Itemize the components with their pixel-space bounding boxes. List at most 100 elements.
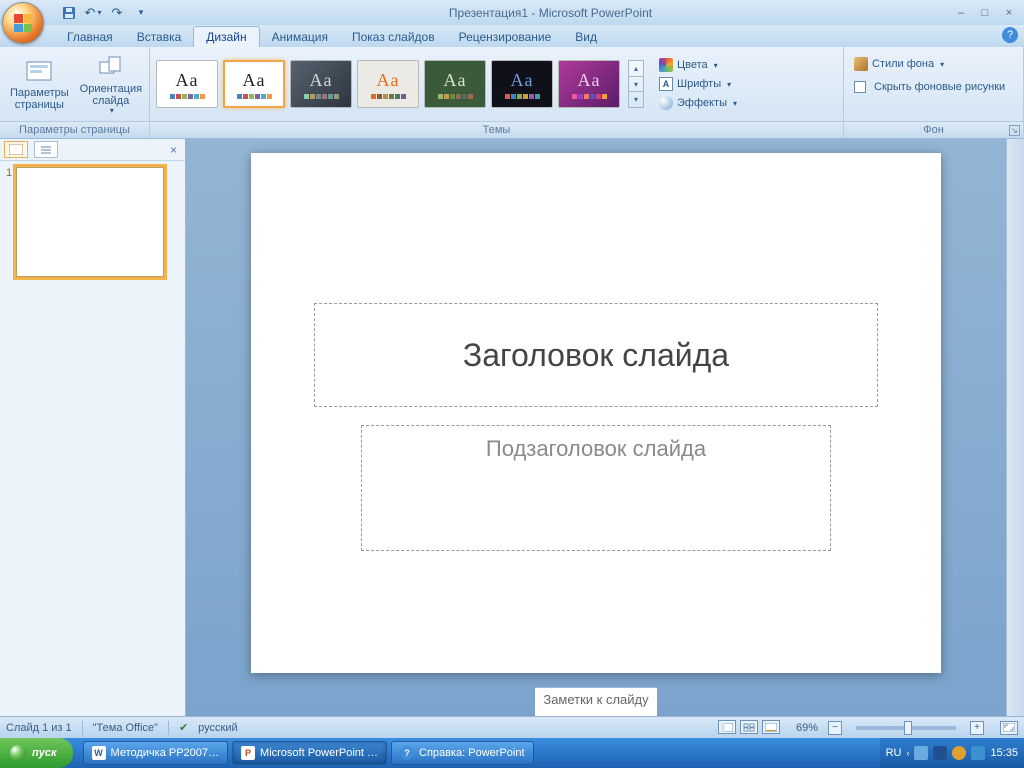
close-button[interactable]: ×: [998, 5, 1020, 21]
zoom-percent[interactable]: 69%: [796, 722, 818, 734]
group-themes-label: Темы: [483, 124, 511, 136]
view-buttons: [717, 720, 780, 735]
theme-thumb-5[interactable]: Aa: [424, 60, 486, 108]
slide-counter: Слайд 1 из 1: [6, 722, 72, 734]
normal-view-button[interactable]: [718, 720, 736, 734]
save-icon[interactable]: [59, 4, 79, 22]
theme-thumb-4[interactable]: Aa: [357, 60, 419, 108]
status-bar: Слайд 1 из 1 "Тема Office" ✔ русский 69%…: [0, 716, 1024, 738]
tab-insert[interactable]: Вставка: [125, 27, 194, 47]
background-styles-icon: [854, 57, 868, 71]
tray-chevron-icon[interactable]: ‹: [906, 748, 909, 758]
window-title: Презентация1 - Microsoft PowerPoint: [151, 6, 950, 20]
tray-icon-1[interactable]: [914, 746, 928, 760]
sorter-view-button[interactable]: [740, 720, 758, 734]
tray-icon-3[interactable]: [952, 746, 966, 760]
slides-panel: × 1: [0, 139, 186, 716]
thumbnail-row[interactable]: 1: [6, 167, 179, 277]
orientation-button[interactable]: Ориентация слайда▾: [76, 51, 146, 118]
group-background: Стили фона▾ Скрыть фоновые рисунки Фон ↘: [844, 47, 1024, 138]
background-styles-button[interactable]: Стили фона▾: [850, 55, 948, 73]
theme-name: "Тема Office": [93, 722, 158, 734]
system-tray: RU ‹ 15:35: [880, 738, 1024, 768]
colors-button[interactable]: Цвета▾: [655, 56, 741, 74]
effects-icon: [659, 96, 673, 110]
checkbox-icon: [854, 81, 866, 93]
tab-animation[interactable]: Анимация: [260, 27, 340, 47]
restore-button[interactable]: □: [974, 5, 996, 21]
taskbar-item-word[interactable]: WМетодичка PP2007…: [83, 741, 229, 765]
panel-close-button[interactable]: ×: [166, 143, 181, 157]
panel-tabs: ×: [0, 139, 185, 161]
gallery-more-icon[interactable]: ▾: [629, 92, 643, 107]
theme-thumb-2[interactable]: Aa: [223, 60, 285, 108]
group-page-params-label: Параметры страницы: [0, 121, 149, 138]
language-indicator[interactable]: русский: [198, 722, 237, 734]
subtitle-placeholder[interactable]: Подзаголовок слайда: [361, 425, 831, 551]
redo-icon[interactable]: ↷: [107, 4, 127, 22]
tab-design[interactable]: Дизайн: [193, 26, 259, 47]
workspace: × 1 Заголовок слайда Подзаголовок слайда…: [0, 139, 1024, 716]
themes-gallery-scroll[interactable]: ▴▾▾: [628, 60, 644, 108]
zoom-slider[interactable]: [856, 726, 956, 730]
taskbar-item-powerpoint[interactable]: PMicrosoft PowerPoint …: [232, 741, 387, 765]
ribbon: Параметры страницы Ориентация слайда▾ Па…: [0, 47, 1024, 139]
tab-view[interactable]: Вид: [563, 27, 609, 47]
thumbnail-list[interactable]: 1: [0, 161, 185, 716]
group-themes: Aa Aa Aa Aa Aa Aa Aa ▴▾▾ Цвета▾ A Шрифты…: [150, 47, 844, 138]
title-placeholder[interactable]: Заголовок слайда: [314, 303, 878, 407]
office-button[interactable]: [2, 2, 44, 44]
effects-button[interactable]: Эффекты▾: [655, 94, 741, 112]
zoom-out-button[interactable]: −: [828, 721, 842, 735]
fonts-button[interactable]: A Шрифты▾: [655, 75, 741, 93]
tab-review[interactable]: Рецензирование: [447, 27, 564, 47]
notes-pane[interactable]: Заметки к слайду: [535, 687, 656, 716]
tab-slideshow[interactable]: Показ слайдов: [340, 27, 447, 47]
app-name: Microsoft PowerPoint: [539, 6, 652, 20]
theme-thumb-7[interactable]: Aa: [558, 60, 620, 108]
slideshow-view-button[interactable]: [762, 720, 780, 734]
tray-icon-2[interactable]: [933, 746, 947, 760]
gallery-down-icon[interactable]: ▾: [629, 77, 643, 93]
document-name: Презентация1: [449, 6, 528, 20]
background-launcher-icon[interactable]: ↘: [1009, 125, 1020, 136]
gallery-up-icon[interactable]: ▴: [629, 61, 643, 77]
orientation-label: Ориентация слайда: [80, 83, 142, 107]
vertical-scrollbar[interactable]: [1006, 139, 1024, 716]
window-controls: – □ ×: [950, 5, 1020, 21]
undo-icon[interactable]: ↶▾: [83, 4, 103, 22]
zoom-knob[interactable]: [904, 721, 912, 735]
page-setup-button[interactable]: Параметры страницы: [6, 55, 73, 113]
ribbon-tabs: Главная Вставка Дизайн Анимация Показ сл…: [0, 25, 1024, 47]
minimize-button[interactable]: –: [950, 5, 972, 21]
slides-tab[interactable]: [4, 141, 28, 158]
word-icon: W: [92, 746, 106, 760]
themes-gallery[interactable]: Aa Aa Aa Aa Aa Aa Aa ▴▾▾: [156, 60, 644, 108]
group-background-label: Фон: [923, 124, 944, 136]
start-button[interactable]: пуск: [0, 738, 73, 768]
tab-home[interactable]: Главная: [55, 27, 125, 47]
slide-thumbnail[interactable]: [16, 167, 164, 277]
office-logo-icon: [14, 14, 32, 32]
zoom-in-button[interactable]: +: [970, 721, 984, 735]
theme-thumb-1[interactable]: Aa: [156, 60, 218, 108]
help-icon[interactable]: ?: [1002, 27, 1018, 43]
page-setup-label: Параметры страницы: [10, 87, 69, 111]
qat-customize-icon[interactable]: ▾: [131, 4, 151, 22]
thumb-number: 1: [6, 167, 12, 277]
hide-bg-graphics-checkbox[interactable]: Скрыть фоновые рисунки: [850, 79, 1009, 95]
outline-tab[interactable]: [34, 141, 58, 158]
language-bar[interactable]: RU: [886, 747, 902, 759]
slide-canvas[interactable]: Заголовок слайда Подзаголовок слайда: [251, 153, 941, 673]
orientation-icon: [95, 53, 127, 81]
slide-editor[interactable]: Заголовок слайда Подзаголовок слайда Зам…: [186, 139, 1006, 716]
clock[interactable]: 15:35: [990, 747, 1018, 759]
tray-icon-4[interactable]: [971, 746, 985, 760]
page-setup-icon: [23, 57, 55, 85]
theme-thumb-6[interactable]: Aa: [491, 60, 553, 108]
fit-to-window-button[interactable]: [1000, 721, 1018, 735]
colors-icon: [659, 58, 673, 72]
taskbar-item-help[interactable]: ?Справка: PowerPoint: [391, 741, 534, 765]
spellcheck-icon[interactable]: ✔: [179, 721, 188, 734]
theme-thumb-3[interactable]: Aa: [290, 60, 352, 108]
